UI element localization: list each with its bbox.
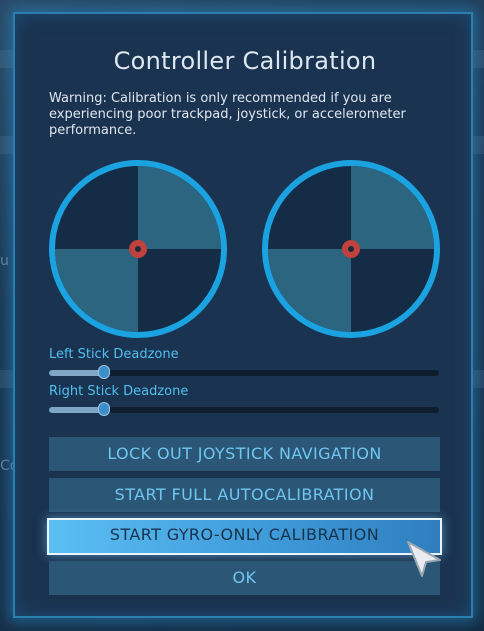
right-stick-center-dot bbox=[348, 246, 354, 252]
right-deadzone-label: Right Stick Deadzone bbox=[49, 384, 189, 399]
right-deadzone-slider[interactable] bbox=[49, 402, 439, 416]
left-stick-center-dot bbox=[135, 246, 141, 252]
right-stick-visualizer bbox=[262, 160, 440, 338]
left-deadzone-thumb[interactable] bbox=[97, 365, 110, 379]
calibration-dialog: Controller Calibration Warning: Calibrat… bbox=[13, 12, 473, 618]
right-deadzone-thumb[interactable] bbox=[97, 402, 110, 416]
left-deadzone-fill bbox=[49, 370, 104, 376]
warning-text: Warning: Calibration is only recommended… bbox=[49, 91, 406, 138]
dialog-title: Controller Calibration bbox=[113, 47, 377, 75]
right-stick-quadrant bbox=[351, 166, 434, 249]
full-autocalibration-button[interactable]: START FULL AUTOCALIBRATION bbox=[49, 478, 440, 512]
left-deadzone-label: Left Stick Deadzone bbox=[49, 347, 179, 362]
lock-out-joystick-button[interactable]: LOCK OUT JOYSTICK NAVIGATION bbox=[49, 437, 440, 471]
left-deadzone-slider[interactable] bbox=[49, 365, 439, 379]
right-deadzone-fill bbox=[49, 407, 104, 413]
left-stick-quadrant bbox=[55, 249, 138, 332]
background-text: u bbox=[0, 253, 9, 269]
ok-button[interactable]: OK bbox=[49, 561, 440, 595]
gyro-only-calibration-button[interactable]: START GYRO-ONLY CALIBRATION bbox=[47, 518, 442, 555]
left-stick-visualizer bbox=[49, 160, 227, 338]
left-stick-quadrant bbox=[138, 166, 221, 249]
right-stick-quadrant bbox=[268, 249, 351, 332]
pointer-cursor-icon bbox=[407, 541, 441, 577]
